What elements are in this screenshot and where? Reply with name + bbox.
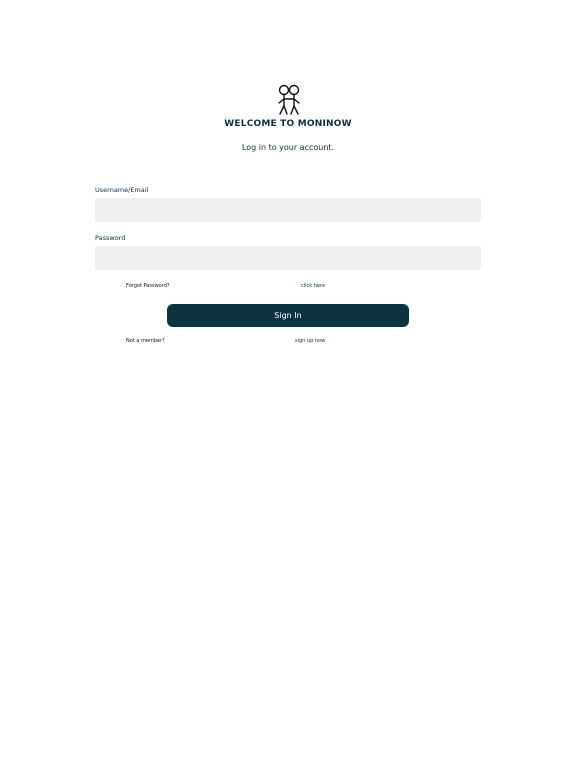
username-label: Username/Email bbox=[95, 186, 149, 194]
sign-up-link[interactable]: sign up now bbox=[295, 338, 325, 344]
password-label: Password bbox=[95, 234, 126, 242]
password-input[interactable] bbox=[95, 246, 481, 270]
forgot-password-link[interactable]: click here bbox=[301, 283, 325, 289]
username-input[interactable] bbox=[95, 198, 481, 222]
two-stick-figures-icon bbox=[278, 84, 300, 115]
sign-in-button[interactable]: Sign In bbox=[167, 304, 409, 327]
forgot-password-prompt: Forgot Password? bbox=[126, 283, 170, 289]
not-member-prompt: Not a member? bbox=[126, 338, 165, 344]
welcome-title: WELCOME TO MONINOW bbox=[224, 119, 352, 129]
login-subtitle: Log in to your account. bbox=[241, 143, 335, 152]
